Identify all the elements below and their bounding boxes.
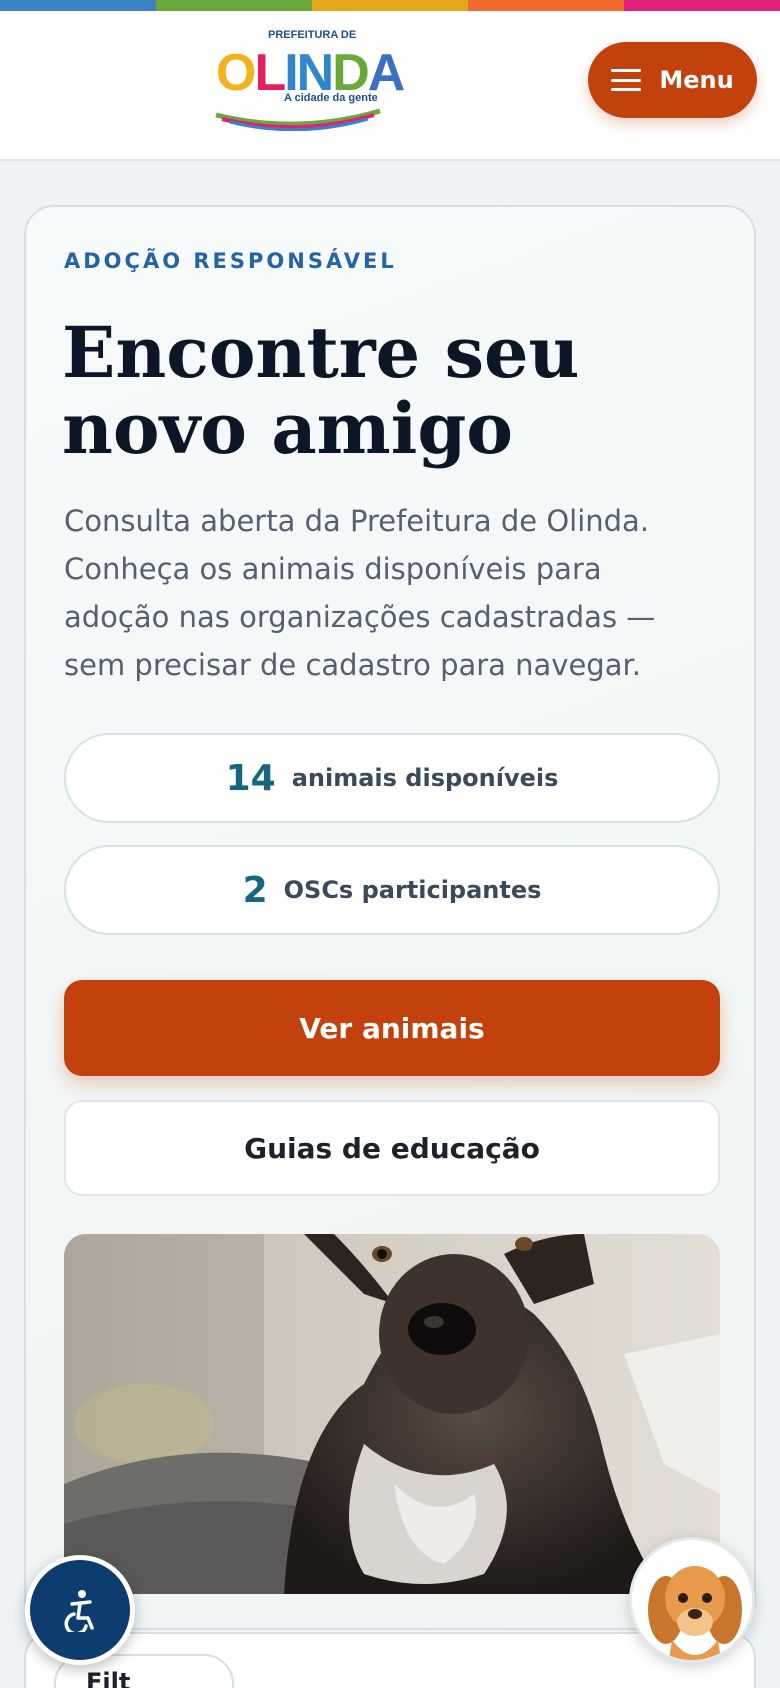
menu-button[interactable]: Menu <box>588 42 757 118</box>
stat-value: 2 <box>242 869 268 911</box>
accessibility-button[interactable] <box>25 1555 135 1665</box>
page-title: Encontre seu novo amigo <box>62 311 580 470</box>
site-header: PREFEITURA DE OLINDA A cidade da gente M… <box>0 11 780 161</box>
hamburger-icon <box>611 69 642 91</box>
stat-label: animais disponíveis <box>291 764 559 792</box>
stat-label: OSCs participantes <box>283 876 542 904</box>
menu-button-label: Menu <box>659 66 734 94</box>
stat-osc-participants: 2 OSCs participantes <box>64 845 720 935</box>
hero-eyebrow: ADOÇÃO RESPONSÁVEL <box>64 249 397 273</box>
view-animals-button[interactable]: Ver animais <box>64 980 720 1076</box>
prefeitura-olinda-logo[interactable]: PREFEITURA DE OLINDA A cidade da gente <box>212 29 405 131</box>
logo-prefeitura-text: PREFEITURA DE <box>268 29 357 41</box>
logo-swoosh-icon <box>215 108 381 131</box>
hero-card: ADOÇÃO RESPONSÁVEL Encontre seu novo ami… <box>24 205 756 1630</box>
filter-label: Filt <box>86 1668 131 1688</box>
stat-animals-available: 14 animais disponíveis <box>64 733 720 823</box>
hero-lead-text: Consulta aberta da Prefeitura de Olinda.… <box>64 504 656 682</box>
brand-color-stripe <box>0 0 780 11</box>
mascot-assistant-button[interactable] <box>629 1537 755 1663</box>
accessibility-icon <box>64 1590 94 1632</box>
dog-photo <box>64 1234 720 1594</box>
stat-value: 14 <box>225 757 276 799</box>
education-guides-button[interactable]: Guias de educação <box>64 1100 720 1196</box>
dog-mascot-icon <box>632 1540 752 1660</box>
